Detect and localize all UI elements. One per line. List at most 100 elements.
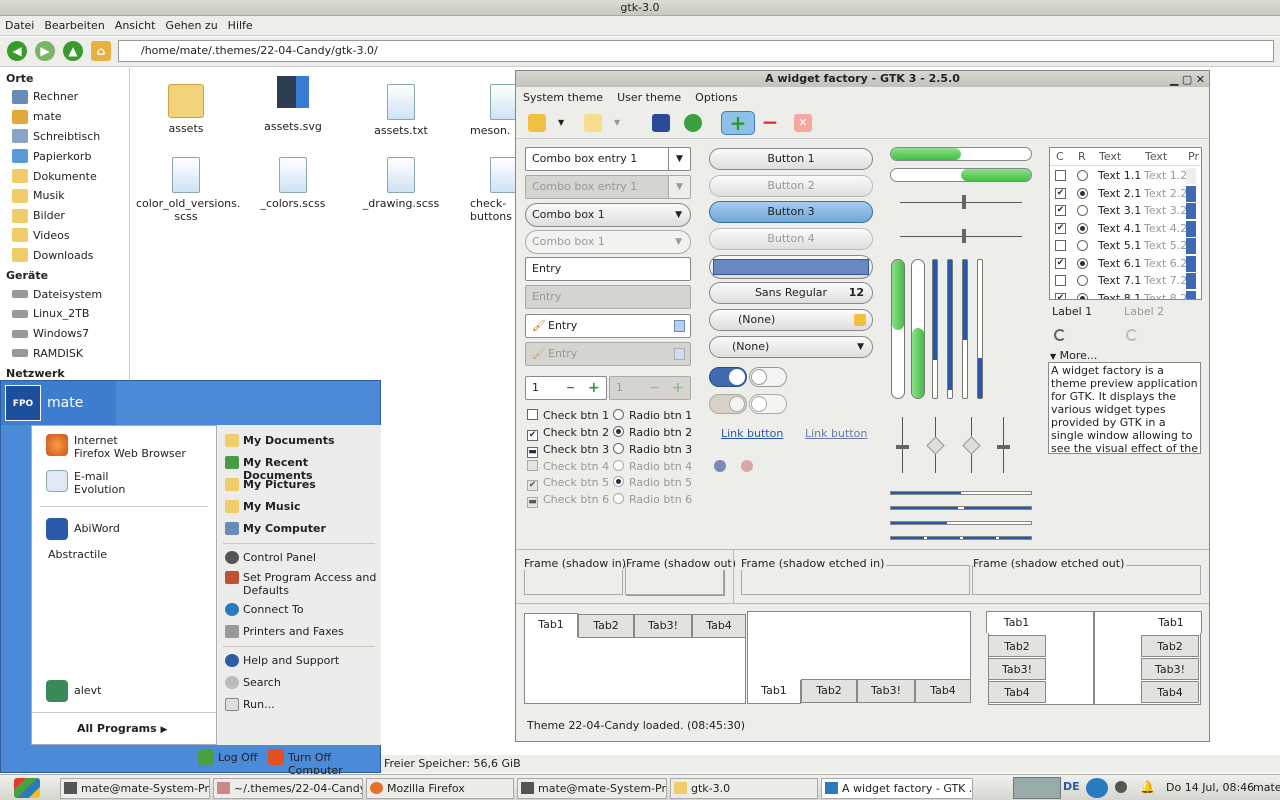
tree-row[interactable]: Text 1.1 Text 1.2	[1050, 167, 1201, 185]
sidebar-item-ramdisk[interactable]: RAMDISK	[0, 344, 129, 364]
scale-handle[interactable]	[997, 445, 1010, 449]
network-icon[interactable]	[1086, 778, 1108, 798]
radio-icon[interactable]	[1077, 275, 1088, 286]
location-bar[interactable]: /home/mate/.themes/22-04-Candy/gtk-3.0/	[118, 40, 1274, 62]
task-editor[interactable]: ~/.themes/22-04-Candy...	[213, 778, 363, 799]
radio-icon[interactable]	[1077, 257, 1088, 269]
workspace-switcher[interactable]	[1013, 777, 1061, 799]
close-icon[interactable]: ✕	[794, 114, 812, 132]
switch-off[interactable]	[749, 367, 787, 387]
file-chooser-button[interactable]: (None)	[709, 309, 873, 331]
abiword[interactable]: AbiWord	[42, 518, 120, 540]
sidebar-item-windows7[interactable]: Windows7	[0, 324, 129, 344]
tab-2[interactable]: Tab2	[801, 679, 857, 703]
menu-hilfe[interactable]: Hilfe	[223, 16, 258, 35]
connect-to[interactable]: Connect To	[223, 603, 304, 616]
vscale-1[interactable]	[896, 417, 909, 473]
scale-handle[interactable]	[962, 195, 966, 209]
volume-icon[interactable]	[714, 460, 726, 472]
home-icon[interactable]: ⌂	[91, 41, 111, 61]
sidebar-item-bilder[interactable]: Bilder	[0, 206, 129, 226]
file-item[interactable]: check- buttons	[470, 157, 515, 223]
add-icon[interactable]: +	[721, 111, 755, 135]
checkbox-checked-icon[interactable]: ✔	[1055, 257, 1066, 269]
tab-2[interactable]: Tab2	[988, 635, 1046, 657]
link-button[interactable]: Link button	[721, 427, 783, 440]
tab-1[interactable]: Tab1	[986, 611, 1046, 633]
file-item[interactable]: meson.	[470, 84, 515, 137]
clear-icon[interactable]: 🖌	[532, 315, 546, 337]
menu-system-theme[interactable]: System theme	[516, 88, 610, 108]
checkbox-checked-icon[interactable]: ✔	[1055, 187, 1066, 199]
checkbox-icon[interactable]	[1055, 170, 1066, 181]
entry-with-icons[interactable]: 🖌 Entry	[525, 314, 691, 338]
my-documents[interactable]: My Documents	[223, 434, 335, 447]
tree-row[interactable]: ✔ Text 2.1 Text 2.2	[1050, 185, 1201, 203]
column-header-progress[interactable]: Pr	[1188, 148, 1199, 166]
tab-3[interactable]: Tab3!	[634, 614, 692, 638]
tab-3[interactable]: Tab3!	[1141, 658, 1199, 680]
checkbox-checked-icon[interactable]: ✔	[1055, 205, 1066, 216]
button-4[interactable]: Button 4	[709, 228, 873, 250]
button-3[interactable]: Button 3	[709, 201, 873, 223]
chevron-down-icon[interactable]: ▼	[614, 114, 632, 132]
sidebar-item-linux-2tb[interactable]: Linux_2TB	[0, 304, 129, 324]
refresh-icon[interactable]	[684, 114, 702, 132]
color-button[interactable]	[709, 255, 873, 279]
sidebar-item-dateisystem[interactable]: Dateisystem	[0, 284, 129, 304]
tab-2[interactable]: Tab2	[578, 614, 634, 638]
checkbox-icon[interactable]	[1055, 275, 1066, 286]
column-header-text-1[interactable]: Text	[1099, 148, 1121, 166]
combo-box-entry[interactable]: Combo box entry 1 ▼	[525, 147, 691, 171]
file-item[interactable]: assets.svg	[243, 76, 343, 133]
link-button-visited[interactable]: Link button	[805, 427, 867, 440]
tab-4[interactable]: Tab4	[692, 614, 746, 638]
plus-icon[interactable]: +	[588, 377, 600, 399]
sidebar-item-schreibtisch[interactable]: Schreibtisch	[0, 127, 129, 147]
combo-box[interactable]: Combo box 1 ▼	[525, 203, 691, 227]
open-icon[interactable]	[584, 114, 602, 132]
sidebar-item-rechner[interactable]: Rechner	[0, 87, 129, 107]
radio-btn-3[interactable]: Radio btn 3	[613, 443, 692, 456]
file-item[interactable]: assets.txt	[351, 84, 451, 137]
radio-btn-2[interactable]: Radio btn 2	[613, 426, 692, 439]
spin-button[interactable]: 1− +	[525, 376, 607, 400]
log-off-button[interactable]: Log Off	[198, 749, 257, 765]
tab-3[interactable]: Tab3!	[988, 658, 1046, 680]
keyboard-layout[interactable]: DE	[1063, 780, 1080, 793]
taskbar-user[interactable]: mate	[1253, 781, 1280, 794]
open-icon[interactable]	[528, 114, 546, 132]
checkbox-icon[interactable]	[1055, 240, 1066, 251]
tab-3[interactable]: Tab3!	[857, 679, 915, 703]
radio-icon[interactable]	[1077, 222, 1088, 234]
scale-handle[interactable]	[962, 436, 981, 455]
task-terminal-2[interactable]: mate@mate-System-Pr...	[517, 778, 667, 799]
chevron-down-icon[interactable]: ▼	[558, 114, 576, 132]
email-evolution[interactable]: E-mail Evolution	[42, 470, 125, 496]
sidebar-item-downloads[interactable]: Downloads	[0, 245, 129, 265]
menu-ansicht[interactable]: Ansicht	[110, 16, 161, 35]
radio-icon[interactable]	[1077, 187, 1088, 199]
control-panel[interactable]: Control Panel	[223, 551, 316, 564]
sidebar-item-papierkorb[interactable]: Papierkorb	[0, 146, 129, 166]
column-header-r[interactable]: R	[1078, 148, 1086, 166]
sidebar-item-videos[interactable]: Videos	[0, 226, 129, 246]
task-widget-factory[interactable]: A widget factory - GTK ...	[821, 778, 973, 799]
abstractile[interactable]: Abstractile	[42, 548, 107, 561]
forward-icon[interactable]: ▶	[35, 41, 55, 61]
entry[interactable]: Entry	[525, 257, 691, 281]
search[interactable]: Search	[223, 676, 281, 689]
minus-icon[interactable]: −	[566, 377, 575, 399]
tab-1[interactable]: Tab1	[747, 680, 801, 704]
tree-row[interactable]: Text 7.1 Text 7.2	[1050, 272, 1201, 290]
clock[interactable]: Do 14 Jul, 08:46	[1166, 781, 1254, 794]
internet-firefox[interactable]: Internet Firefox Web Browser	[42, 434, 186, 460]
scale-handle[interactable]	[926, 436, 945, 455]
set-program-access[interactable]: Set Program Access and Defaults	[223, 571, 379, 597]
app-chooser-combo[interactable]: (None) ▼	[709, 336, 873, 358]
sidebar-item-musik[interactable]: Musik	[0, 186, 129, 206]
menu-gehen-zu[interactable]: Gehen zu	[160, 16, 222, 35]
check-btn-2[interactable]: ✔ Check btn 2	[527, 426, 609, 441]
file-item[interactable]: _colors.scss	[243, 157, 343, 210]
task-file-manager[interactable]: gtk-3.0	[670, 778, 818, 799]
